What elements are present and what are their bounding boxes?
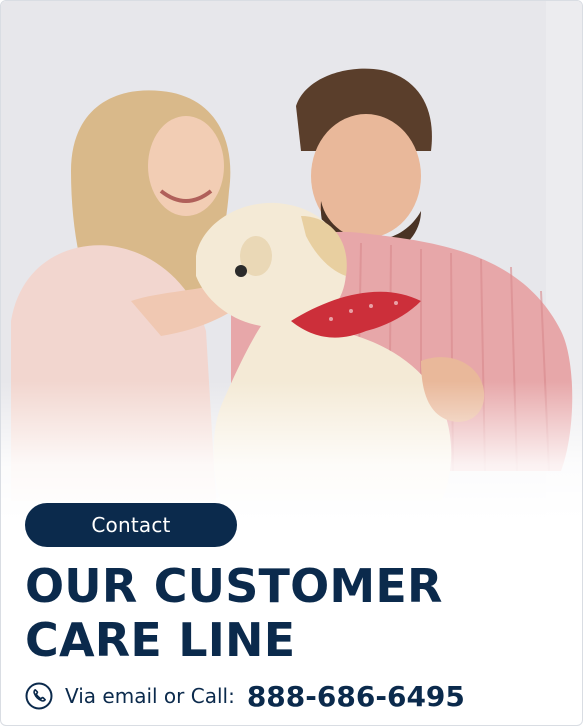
- title-line-1: OUR CUSTOMER: [25, 559, 443, 613]
- contact-row: Via email or Call: 888-686-6495: [25, 677, 565, 715]
- contact-prefix: Via email or Call:: [65, 684, 235, 708]
- phone-icon: [25, 682, 53, 710]
- page-title: OUR CUSTOMER CARE LINE: [25, 559, 565, 667]
- title-line-2: CARE LINE: [25, 613, 296, 667]
- customer-care-card: Contact OUR CUSTOMER CARE LINE Via email…: [0, 0, 583, 726]
- couple-with-dog-illustration: [1, 1, 582, 521]
- phone-number-link[interactable]: 888-686-6495: [247, 680, 465, 713]
- contact-button[interactable]: Contact: [25, 503, 237, 547]
- hero-photo: [1, 1, 582, 521]
- contact-button-label: Contact: [91, 513, 171, 537]
